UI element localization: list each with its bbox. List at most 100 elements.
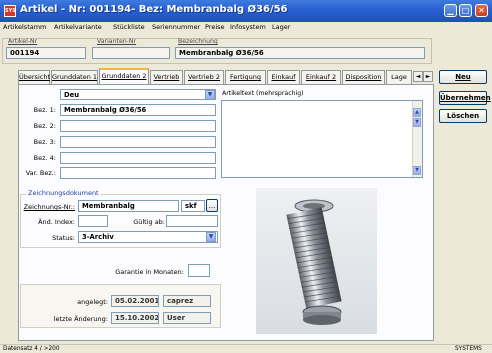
var-bez-input[interactable] xyxy=(60,167,216,179)
tab-label: Vertrieb 2 xyxy=(188,73,220,81)
status-bar: Datensatz 4 / >200 SYSTEMS xyxy=(0,344,492,353)
angelegt-label: angelegt: xyxy=(77,298,108,306)
neu-button[interactable]: Neu xyxy=(439,70,487,84)
aend-index-label: Änd. Index: xyxy=(38,218,75,226)
bezeichnung-field[interactable]: Membranbalg Ø36/56 xyxy=(175,47,425,59)
scroll-page-button[interactable]: ▼ xyxy=(413,118,421,127)
minimize-button[interactable]: ▁ xyxy=(444,4,457,17)
bez4-label: Bez. 4: xyxy=(33,154,56,162)
tab-einkauf-2[interactable]: Einkauf 2 xyxy=(301,70,341,84)
uebernehmen-button-label: Übernehmen xyxy=(440,94,491,102)
scroll-up-icon: ▲ xyxy=(415,109,419,115)
varianten-nr-label: Varianten-Nr xyxy=(97,38,137,45)
angelegt-date: 05.02.2001 xyxy=(111,295,159,307)
scroll-down-icon: ▼ xyxy=(415,167,419,173)
menu-preise[interactable]: Preise xyxy=(205,22,225,33)
loeschen-button-label: Löschen xyxy=(446,112,480,120)
neu-button-label: Neu xyxy=(455,73,471,81)
status-label: Status: xyxy=(52,234,75,242)
letzte-aenderung-label: letzte Änderung: xyxy=(53,315,108,323)
bez3-label: Bez. 3: xyxy=(33,138,56,146)
tab-label: Fertigung xyxy=(230,73,261,81)
tab-label: Einkauf xyxy=(271,73,296,81)
artikeltext-textarea[interactable] xyxy=(221,100,423,178)
tab-label: Grunddaten 2 xyxy=(101,72,147,80)
close-button[interactable]: ✕ xyxy=(475,4,488,17)
chevron-down-icon: ▼ xyxy=(207,90,213,98)
menu-stueckliste[interactable]: Stückliste xyxy=(113,22,145,33)
window-title: Artikel - Nr: 001194- Bez: Membranbalg Ø… xyxy=(20,4,288,15)
bez3-input[interactable] xyxy=(60,136,216,148)
maximize-icon: □ xyxy=(461,6,470,15)
record-counter: Datensatz 4 / >200 xyxy=(3,346,60,352)
artikel-nr-field[interactable]: 001194 xyxy=(6,47,86,59)
menu-bar: Artikelstamm Artikelvariante Stückliste … xyxy=(0,22,492,33)
tab-label: Lage xyxy=(391,73,407,81)
bezeichnung-label: Bezeichnung xyxy=(178,38,218,45)
gueltig-ab-label: Gültig ab: xyxy=(133,218,165,226)
zeichnungs-nr-input[interactable]: Membranbalg xyxy=(78,200,179,212)
arrow-left-icon: ◄ xyxy=(415,73,421,80)
tab-grunddaten-1[interactable]: Grunddaten 1 xyxy=(51,70,98,84)
tab-label: Disposition xyxy=(345,73,382,81)
garantie-input[interactable] xyxy=(188,264,210,277)
system-label: SYSTEMS xyxy=(455,346,482,352)
tab-scroll-left-button[interactable]: ◄ xyxy=(413,71,423,82)
tab-einkauf[interactable]: Einkauf xyxy=(267,70,300,84)
aend-index-input[interactable] xyxy=(78,215,108,227)
aenderung-user: User xyxy=(163,312,211,324)
tab-label: Grunddaten 1 xyxy=(52,73,98,81)
artikeltext-label: Artikeltext (mehrsprachig) xyxy=(222,90,304,97)
tab-vertrieb[interactable]: Vertrieb xyxy=(150,70,183,84)
tab-label: Vertrieb xyxy=(153,73,180,81)
chevron-down-icon: ▼ xyxy=(208,233,214,240)
menu-seriennummer[interactable]: Seriennummer xyxy=(152,22,200,33)
arrow-right-icon: ► xyxy=(425,73,431,80)
app-icon: SYS xyxy=(4,5,16,17)
tab-lage[interactable]: Lage xyxy=(386,70,412,84)
angelegt-user: caprez xyxy=(163,295,211,307)
tab-label: Übersicht xyxy=(19,73,50,81)
bez2-input[interactable] xyxy=(60,120,216,132)
tab-uebersicht[interactable]: Übersicht xyxy=(18,70,50,84)
bez2-label: Bez. 2: xyxy=(33,122,56,130)
varianten-nr-field[interactable] xyxy=(92,47,170,59)
scroll-down-button[interactable]: ▼ xyxy=(413,166,421,175)
uebernehmen-button[interactable]: Übernehmen xyxy=(439,91,491,105)
bez1-input[interactable]: Membranbalg Ø36/56 xyxy=(60,104,216,116)
tab-disposition[interactable]: Disposition xyxy=(342,70,385,84)
aenderung-date: 15.10.2002 xyxy=(111,312,159,324)
loeschen-button[interactable]: Löschen xyxy=(439,109,487,123)
maximize-button[interactable]: □ xyxy=(459,4,472,17)
status-select[interactable]: 3-Archiv xyxy=(78,231,218,243)
zeichnungs-nr-label: Zeichnungs-Nr.: xyxy=(23,203,75,211)
tab-vertrieb-2[interactable]: Vertrieb 2 xyxy=(184,70,224,84)
gueltig-ab-input[interactable] xyxy=(166,215,218,227)
language-dropdown-button[interactable]: ▼ xyxy=(205,89,215,100)
close-icon: ✕ xyxy=(478,6,485,15)
menu-artikelstamm[interactable]: Artikelstamm xyxy=(3,22,46,33)
scroll-thumb-icon: ▼ xyxy=(415,119,419,125)
garantie-label: Garantie in Monaten: xyxy=(115,268,184,276)
language-select[interactable]: Deu xyxy=(60,89,216,100)
menu-infosystem[interactable]: Infosystem xyxy=(230,22,266,33)
artikel-nr-label: Artikel-Nr xyxy=(8,38,38,45)
tab-label: Einkauf 2 xyxy=(305,73,337,81)
menu-artikelvariante[interactable]: Artikelvariante xyxy=(54,22,102,33)
browse-button[interactable]: ... xyxy=(206,199,218,212)
var-bez-label: Var. Bez.: xyxy=(25,169,56,177)
bez4-input[interactable] xyxy=(60,152,216,164)
drawing-group-title: Zeichnungsdokument xyxy=(26,189,101,197)
scroll-up-button[interactable]: ▲ xyxy=(413,108,421,117)
tab-scroll-right-button[interactable]: ► xyxy=(423,71,433,82)
menu-lager[interactable]: Lager xyxy=(272,22,290,33)
minimize-icon: ▁ xyxy=(447,6,454,15)
tab-strip: Übersicht Grunddaten 1 Grunddaten 2 Vert… xyxy=(18,68,434,84)
bez1-label: Bez. 1: xyxy=(33,106,56,114)
product-image xyxy=(256,188,377,334)
tab-fertigung[interactable]: Fertigung xyxy=(225,70,266,84)
bellows-drawing xyxy=(286,199,342,325)
zeichnungs-ext-input[interactable]: skf xyxy=(181,200,205,212)
tab-grunddaten-2[interactable]: Grunddaten 2 xyxy=(99,68,149,84)
status-dropdown-button[interactable]: ▼ xyxy=(206,232,216,242)
